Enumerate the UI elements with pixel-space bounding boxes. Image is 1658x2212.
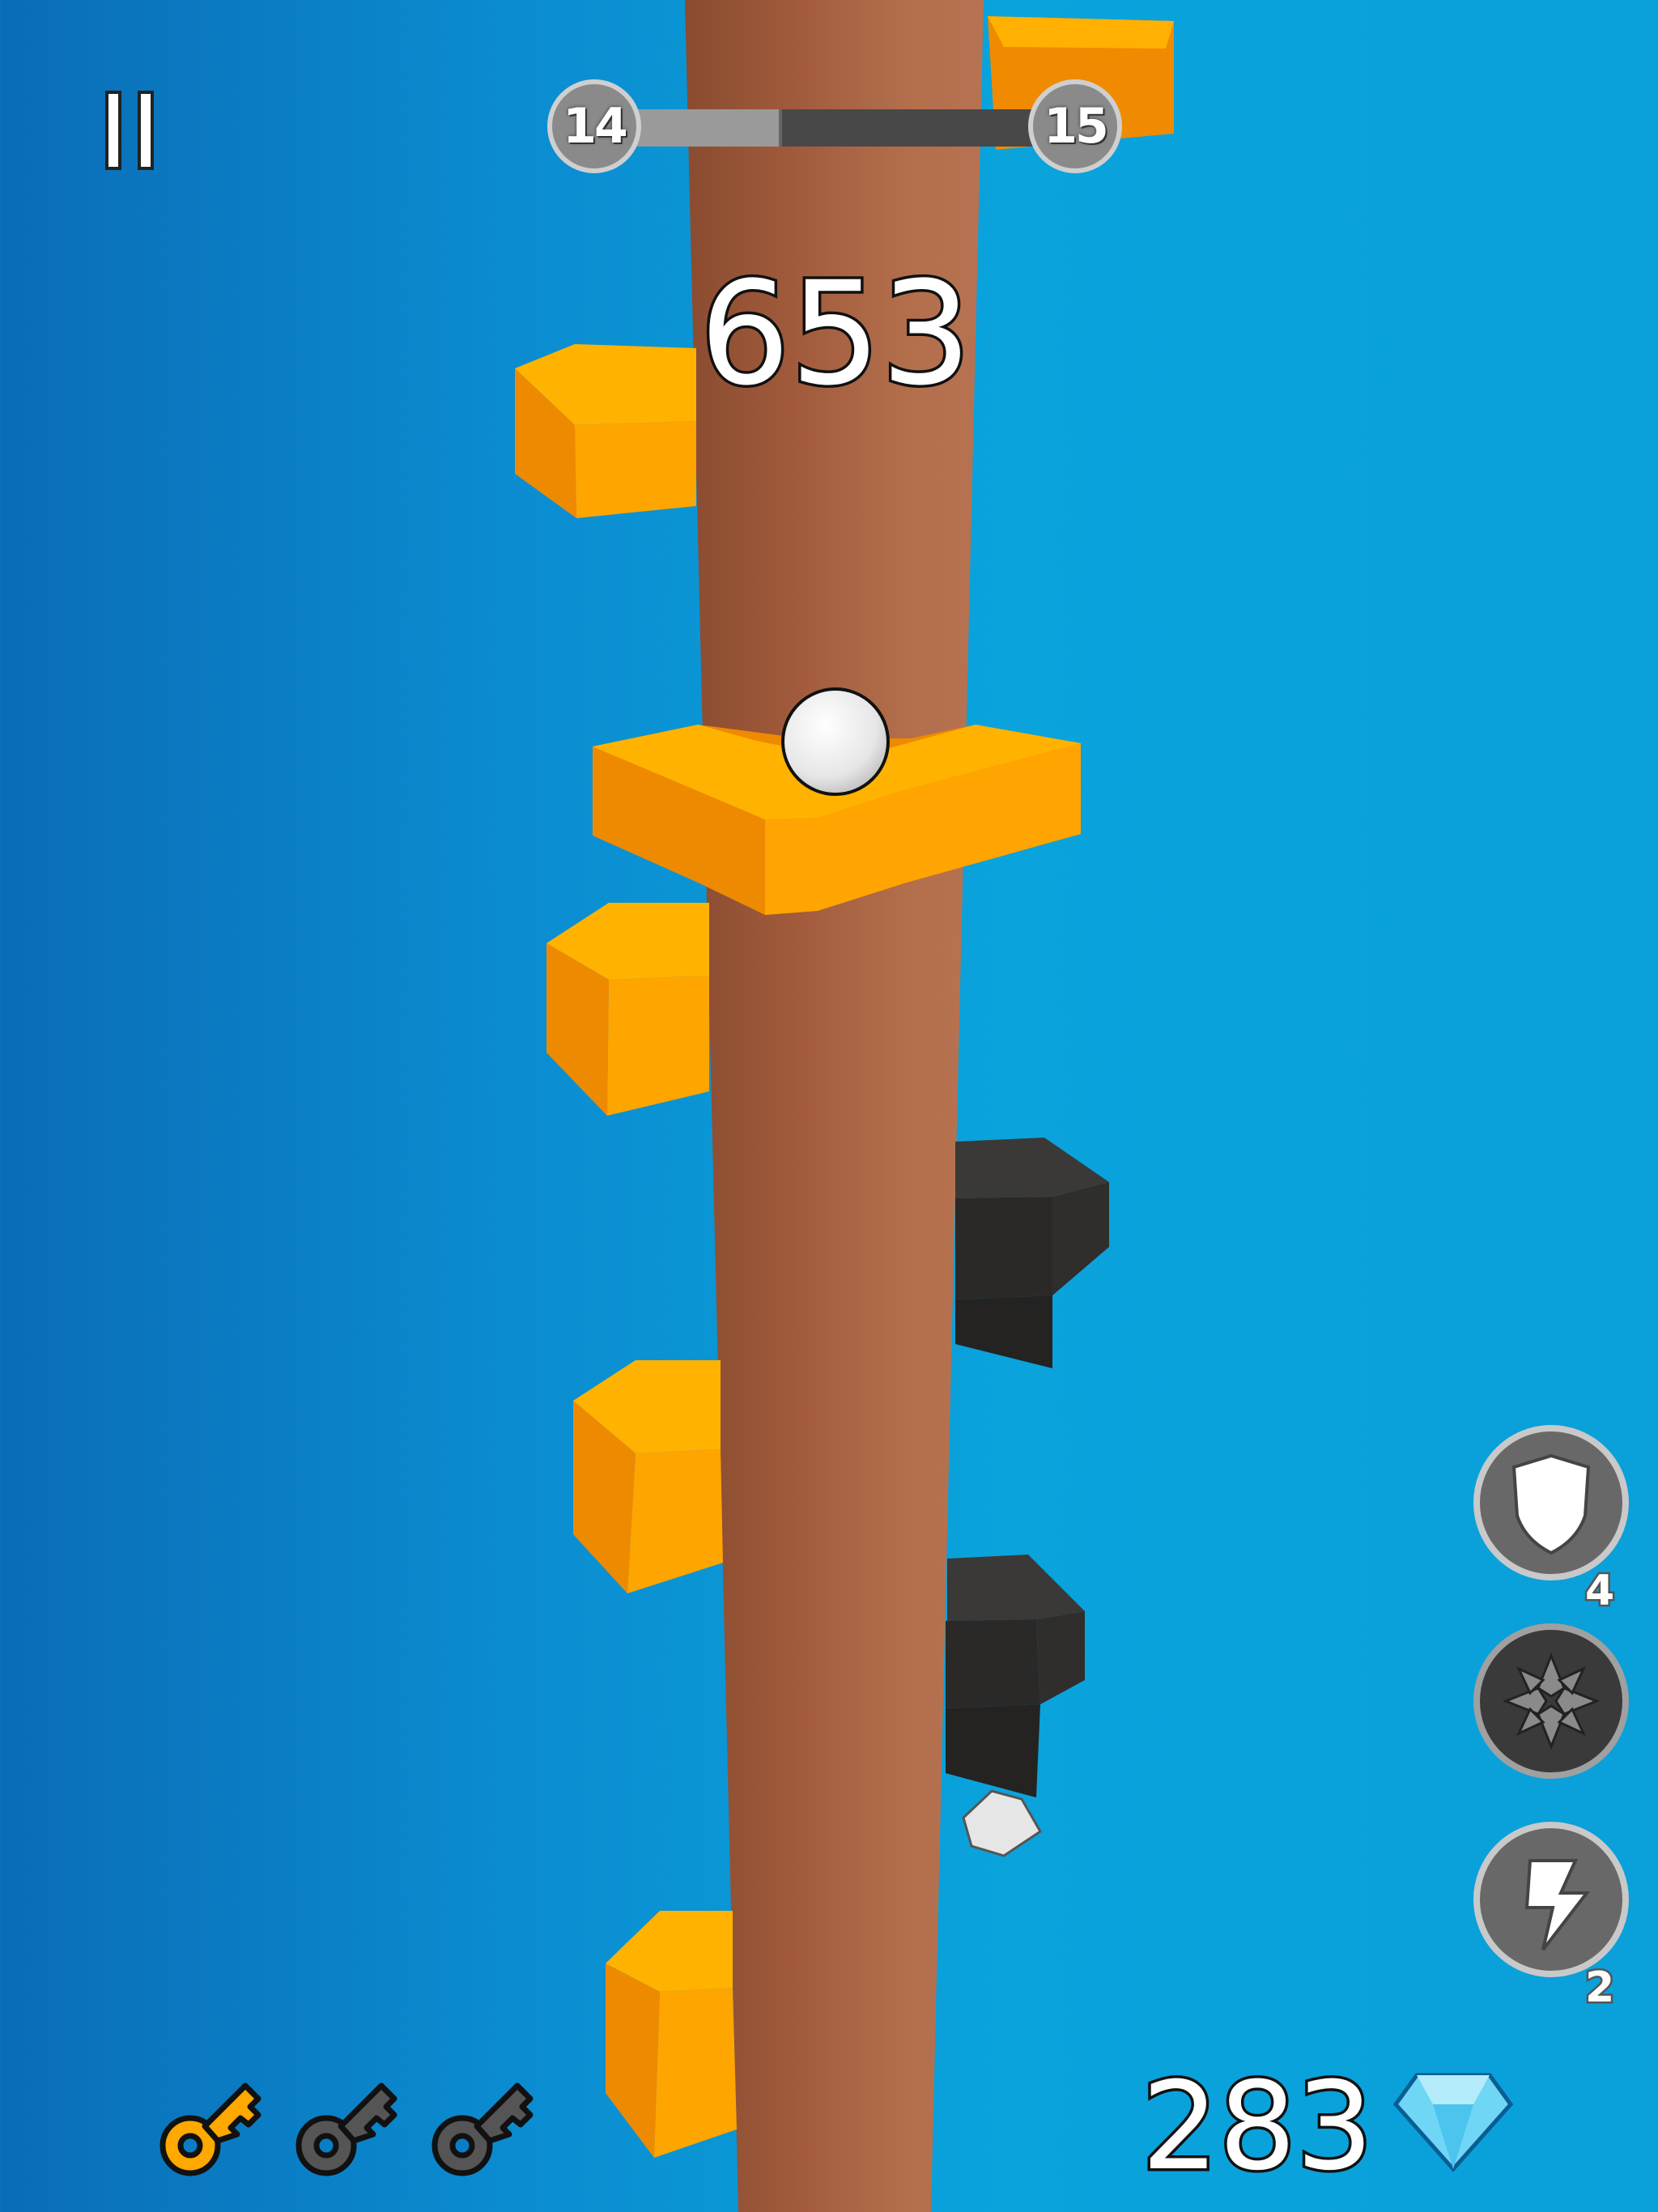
level-progress-track	[596, 109, 1073, 147]
key-icon	[286, 2057, 415, 2186]
gem-counter: 283	[1138, 2054, 1375, 2201]
shard-debris	[962, 1789, 1043, 1857]
burst-powerup-button[interactable]	[1473, 1623, 1629, 1779]
hazard-platform-2	[946, 1555, 1085, 1797]
pause-icon	[105, 91, 121, 170]
current-level-badge: 14	[547, 79, 641, 173]
diamond-icon	[1392, 2073, 1514, 2172]
key-icon	[422, 2057, 551, 2186]
lightning-powerup-button[interactable]	[1473, 1822, 1629, 1977]
shield-icon	[1511, 1453, 1591, 1555]
pause-button[interactable]	[105, 91, 157, 170]
keys-collected	[150, 2057, 555, 2186]
score-counter: 653	[697, 249, 975, 420]
lightning-count: 2	[1583, 1962, 1616, 2014]
next-level-badge: 15	[1028, 79, 1122, 173]
key-icon	[150, 2057, 279, 2186]
player-ball	[781, 687, 890, 796]
platform-left-2	[546, 903, 709, 1116]
burst-icon	[1502, 1652, 1601, 1750]
hazard-platform-1	[955, 1138, 1109, 1368]
shield-powerup-button[interactable]	[1473, 1425, 1629, 1580]
platform-left-4	[606, 1911, 737, 2158]
platform-left-3	[573, 1360, 723, 1593]
level-progress-bar: 14 15	[547, 79, 1122, 177]
lightning-bolt-icon	[1524, 1859, 1591, 1951]
shield-count: 4	[1583, 1565, 1616, 1618]
